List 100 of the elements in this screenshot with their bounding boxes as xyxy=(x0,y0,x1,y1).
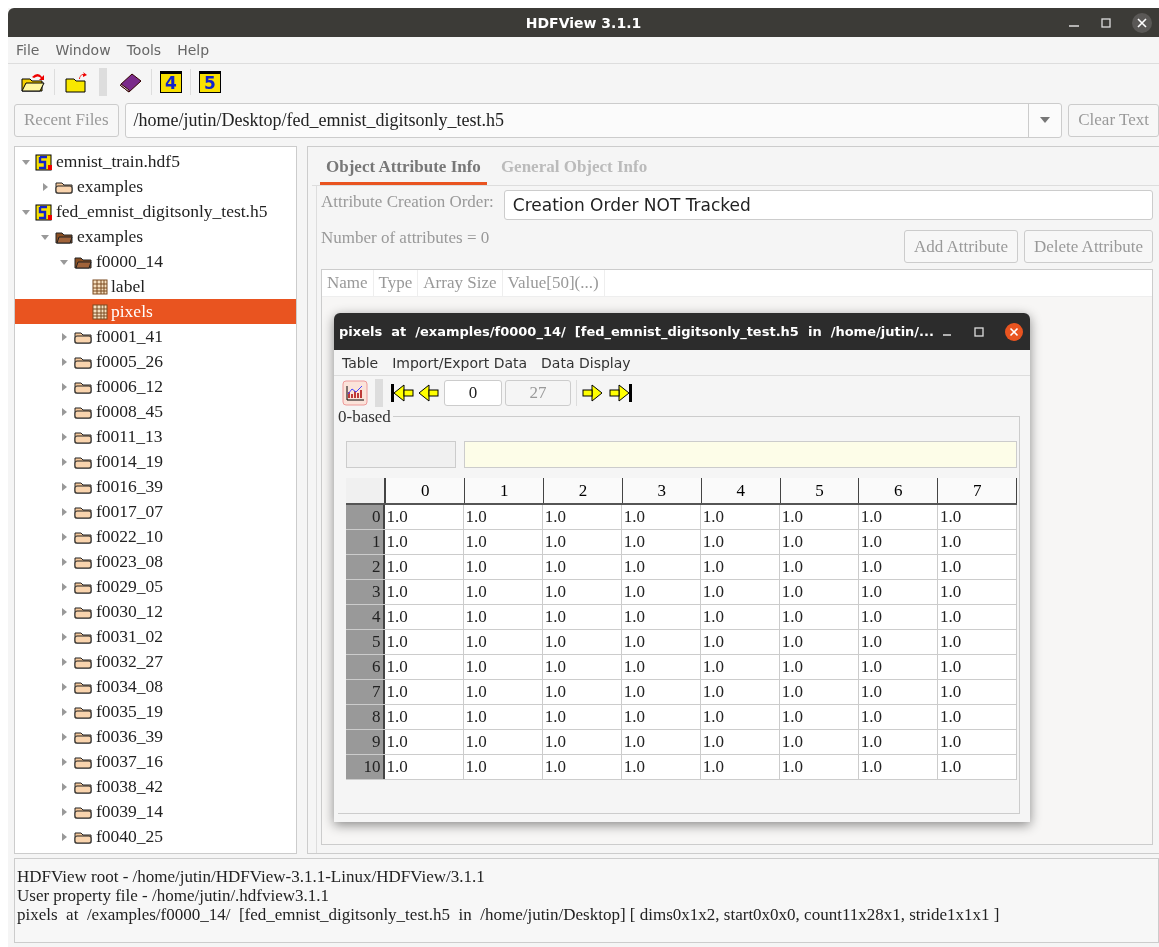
collapsed-arrow-icon[interactable] xyxy=(59,831,69,842)
tree-item[interactable]: examples xyxy=(15,174,296,199)
collapsed-arrow-icon[interactable] xyxy=(59,531,69,542)
close-icon[interactable] xyxy=(1131,11,1153,34)
tree-item[interactable]: f0006_12 xyxy=(15,374,296,399)
tree-item[interactable]: f0032_27 xyxy=(15,649,296,674)
collapsed-arrow-icon[interactable] xyxy=(59,756,69,767)
last-page-icon[interactable] xyxy=(609,382,633,404)
book-icon[interactable] xyxy=(117,71,143,93)
row-header[interactable]: 8 xyxy=(346,705,385,729)
tree-item[interactable]: fed_emnist_digitsonly_test.h5 xyxy=(15,199,296,224)
tree-item[interactable]: f0000_14 xyxy=(15,249,296,274)
tree-item[interactable]: f0029_05 xyxy=(15,574,296,599)
row-header[interactable]: 5 xyxy=(346,630,385,654)
collapsed-arrow-icon[interactable] xyxy=(59,606,69,617)
toolbar-grip-handle[interactable] xyxy=(99,68,107,96)
collapsed-arrow-icon[interactable] xyxy=(59,431,69,442)
cell-reference-field[interactable] xyxy=(346,441,456,468)
tree-item[interactable]: f0037_16 xyxy=(15,749,296,774)
collapsed-arrow-icon[interactable] xyxy=(59,356,69,367)
column-header[interactable]: 0 xyxy=(386,478,466,503)
table-cell: 1.0 xyxy=(700,655,780,679)
previous-page-icon[interactable] xyxy=(417,382,441,404)
collapsed-arrow-icon[interactable] xyxy=(59,656,69,667)
collapsed-arrow-icon[interactable] xyxy=(59,506,69,517)
tree-item[interactable]: f0040_25 xyxy=(15,824,296,849)
tree-item[interactable]: examples xyxy=(15,224,296,249)
table-cell: 1.0 xyxy=(779,530,859,554)
collapsed-arrow-icon[interactable] xyxy=(59,781,69,792)
collapsed-arrow-icon[interactable] xyxy=(59,581,69,592)
hdf-folder-button[interactable]: 4 xyxy=(160,71,182,93)
open-folder-icon[interactable] xyxy=(20,71,46,93)
column-header[interactable]: 5 xyxy=(780,478,860,503)
page-field[interactable]: 0 xyxy=(444,380,502,406)
column-header[interactable]: 6 xyxy=(859,478,939,503)
hdf-folder-button[interactable]: 5 xyxy=(199,71,221,93)
collapsed-arrow-icon[interactable] xyxy=(59,381,69,392)
column-header[interactable]: 2 xyxy=(544,478,623,503)
row-header[interactable]: 2 xyxy=(346,555,385,579)
collapsed-arrow-icon[interactable] xyxy=(59,631,69,642)
row-header[interactable]: 4 xyxy=(346,605,385,629)
cell-value-field[interactable] xyxy=(464,441,1017,468)
menu-item[interactable]: Tools xyxy=(126,42,162,58)
line-chart-icon[interactable] xyxy=(342,380,368,406)
tree-item[interactable]: f0001_41 xyxy=(15,324,296,349)
dropdown-caret-icon[interactable] xyxy=(1039,116,1052,124)
toolbar-grip-handle[interactable] xyxy=(375,379,383,407)
row-header[interactable]: 10 xyxy=(346,755,385,779)
maximize-icon[interactable] xyxy=(972,324,986,339)
tree-item[interactable]: f0005_26 xyxy=(15,349,296,374)
row-header[interactable]: 9 xyxy=(346,730,385,754)
collapsed-arrow-icon[interactable] xyxy=(59,706,69,717)
collapsed-arrow-icon[interactable] xyxy=(59,556,69,567)
tree-item[interactable]: f0008_45 xyxy=(15,399,296,424)
collapsed-arrow-icon[interactable] xyxy=(59,806,69,817)
tree-item[interactable]: f0030_12 xyxy=(15,599,296,624)
collapsed-arrow-icon[interactable] xyxy=(40,181,50,192)
tree-item[interactable]: emnist_train.hdf5 xyxy=(15,149,296,174)
tree-item[interactable]: f0016_39 xyxy=(15,474,296,499)
close-icon[interactable] xyxy=(1004,321,1024,342)
column-header[interactable]: 3 xyxy=(622,478,702,503)
row-header[interactable]: 1 xyxy=(346,530,385,554)
menu-item[interactable]: Help xyxy=(177,42,210,58)
row-header[interactable]: 6 xyxy=(346,655,385,679)
tree-item[interactable]: f0035_19 xyxy=(15,699,296,724)
tree-item[interactable]: label xyxy=(15,274,296,299)
column-header[interactable]: 7 xyxy=(938,478,1018,503)
menu-item[interactable]: Window xyxy=(55,42,111,58)
tree-item[interactable]: f0023_08 xyxy=(15,549,296,574)
maximize-icon[interactable] xyxy=(1099,15,1113,30)
row-header[interactable]: 7 xyxy=(346,680,385,704)
tree-item[interactable]: pixels xyxy=(15,299,296,324)
column-header[interactable]: 4 xyxy=(701,478,781,503)
tab[interactable]: Object Attribute Info xyxy=(320,151,487,185)
menu-item[interactable]: Data Display xyxy=(541,354,631,371)
tree-item[interactable]: f0014_19 xyxy=(15,449,296,474)
tree-item[interactable]: f0038_42 xyxy=(15,774,296,799)
collapsed-arrow-icon[interactable] xyxy=(59,331,69,342)
row-header[interactable]: 3 xyxy=(346,580,385,604)
collapsed-arrow-icon[interactable] xyxy=(59,406,69,417)
tree-item[interactable]: f0034_08 xyxy=(15,674,296,699)
folder-arrow-icon[interactable] xyxy=(63,71,89,93)
tree-item[interactable]: f0022_10 xyxy=(15,524,296,549)
row-header[interactable]: 0 xyxy=(346,505,385,529)
tree-item[interactable]: f0031_02 xyxy=(15,624,296,649)
column-header[interactable]: 1 xyxy=(465,478,545,503)
collapsed-arrow-icon[interactable] xyxy=(59,481,69,492)
tree-item[interactable]: f0039_14 xyxy=(15,799,296,824)
tree-item[interactable]: f0011_13 xyxy=(15,424,296,449)
file-path-combo[interactable]: /home/jutin/Desktop/fed_emnist_digitsonly_test.h5 xyxy=(124,102,1063,138)
tree-item[interactable]: f0017_07 xyxy=(15,499,296,524)
collapsed-arrow-icon[interactable] xyxy=(59,456,69,467)
tree-item[interactable]: f0036_39 xyxy=(15,724,296,749)
creation-order-field[interactable]: Creation Order NOT Tracked xyxy=(503,190,1153,220)
collapsed-arrow-icon[interactable] xyxy=(59,681,69,692)
menu-item[interactable]: Import/Export Data xyxy=(392,354,528,371)
menu-item[interactable]: File xyxy=(16,42,40,58)
collapsed-arrow-icon[interactable] xyxy=(59,731,69,742)
first-page-icon[interactable] xyxy=(390,382,414,404)
menu-item[interactable]: Table xyxy=(342,354,379,371)
